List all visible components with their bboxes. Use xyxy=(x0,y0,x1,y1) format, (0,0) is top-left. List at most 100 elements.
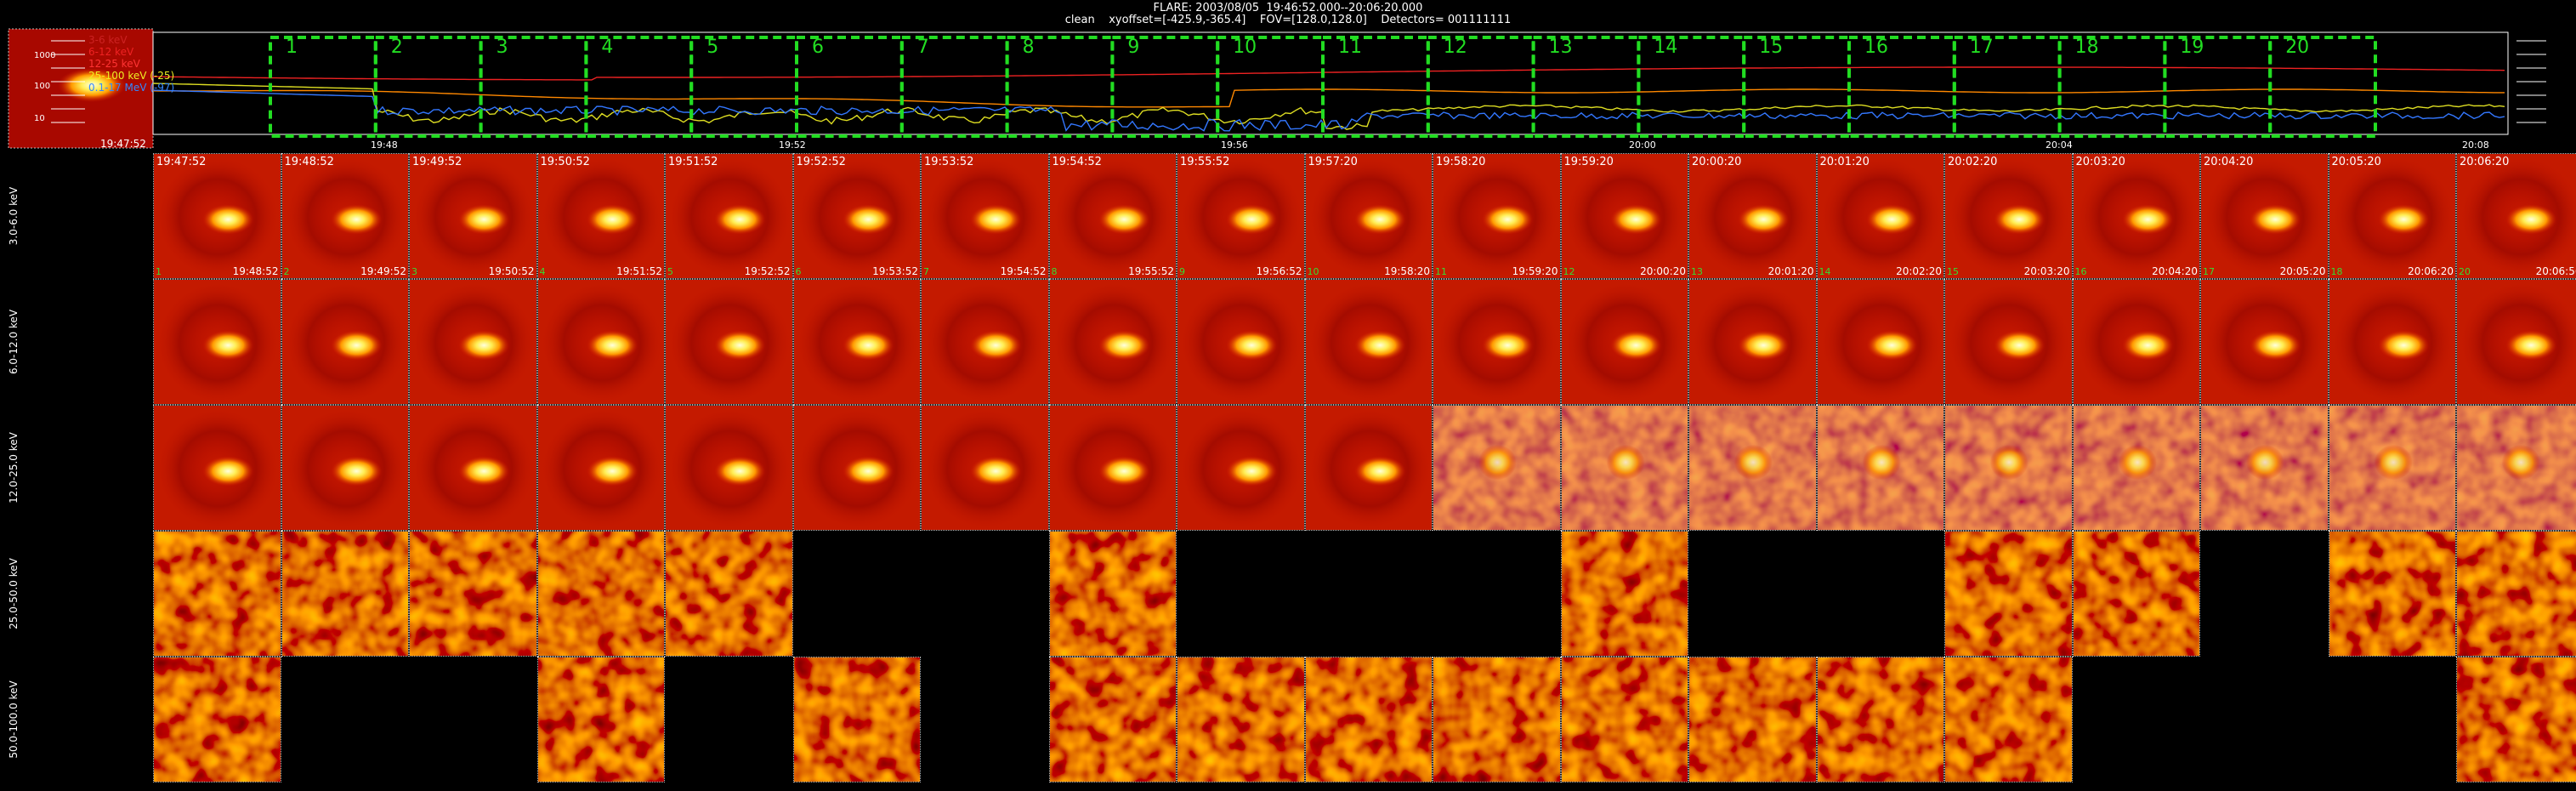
image-index: 13 xyxy=(1691,266,1703,277)
image-cell[interactable] xyxy=(1944,531,2073,657)
image-cell[interactable] xyxy=(1688,279,1817,405)
image-cell[interactable] xyxy=(536,405,665,531)
image-cell[interactable] xyxy=(1177,279,1305,405)
image-cell[interactable] xyxy=(1048,279,1177,405)
image-cell[interactable] xyxy=(1816,405,1944,531)
image-cell[interactable] xyxy=(1304,405,1433,531)
image-cell[interactable] xyxy=(1560,657,1688,782)
image-cell[interactable] xyxy=(2456,279,2576,405)
image-cell[interactable] xyxy=(2328,279,2456,405)
image-cell[interactable] xyxy=(665,531,793,657)
image-cell[interactable] xyxy=(1816,279,1944,405)
image-end-time: 19:48:52 xyxy=(232,265,279,277)
image-cell[interactable] xyxy=(792,279,921,405)
image-start-time: 19:51:52 xyxy=(668,156,718,168)
image-cell[interactable]: 19:48:52 2 19:49:52 xyxy=(281,153,409,279)
image-cell[interactable]: 19:57:20 10 19:58:20 xyxy=(1304,153,1433,279)
image-cell[interactable] xyxy=(153,279,281,405)
image-cell[interactable] xyxy=(1560,279,1688,405)
image-cell[interactable]: 20:02:20 15 20:03:20 xyxy=(1944,153,2073,279)
image-end-time: 19:49:52 xyxy=(360,265,406,277)
image-cell[interactable]: 20:00:20 13 20:01:20 xyxy=(1688,153,1817,279)
image-cell[interactable] xyxy=(665,405,793,531)
image-cell[interactable] xyxy=(2200,405,2329,531)
image-cell[interactable] xyxy=(792,657,921,782)
image-cell[interactable] xyxy=(1304,279,1433,405)
image-cell[interactable]: 19:51:52 5 19:52:52 xyxy=(665,153,793,279)
image-end-time: 19:55:52 xyxy=(1128,265,1174,277)
image-cell[interactable]: 19:49:52 3 19:50:52 xyxy=(409,153,537,279)
image-cell[interactable] xyxy=(1433,657,1561,782)
image-cell[interactable]: 20:03:20 16 20:04:20 xyxy=(2072,153,2200,279)
image-start-time: 19:58:20 xyxy=(1436,156,1486,168)
energy-band-label: 12.0-25.0 keV xyxy=(8,432,20,504)
image-cell[interactable]: 20:06:20 20 20:06:56 xyxy=(2456,153,2576,279)
image-cell[interactable] xyxy=(2456,405,2576,531)
image-cell[interactable] xyxy=(1433,279,1561,405)
image-cell[interactable] xyxy=(1560,405,1688,531)
image-cell[interactable] xyxy=(1048,531,1177,657)
image-cell[interactable] xyxy=(153,405,281,531)
image-cell[interactable]: 20:04:20 17 20:05:20 xyxy=(2200,153,2329,279)
image-cell[interactable] xyxy=(536,279,665,405)
image-cell[interactable] xyxy=(409,405,537,531)
image-start-time: 19:47:52 xyxy=(156,156,207,168)
image-cell[interactable] xyxy=(665,279,793,405)
image-cell[interactable] xyxy=(409,531,537,657)
image-index: 17 xyxy=(2203,266,2215,277)
image-cell[interactable] xyxy=(1560,531,1688,657)
image-cell[interactable] xyxy=(1688,405,1817,531)
image-cell[interactable] xyxy=(281,279,409,405)
image-cell[interactable] xyxy=(921,405,1049,531)
image-cell[interactable] xyxy=(153,531,281,657)
image-cell[interactable] xyxy=(921,279,1049,405)
image-cell[interactable] xyxy=(1688,657,1817,782)
image-cell[interactable]: 19:52:52 6 19:53:52 xyxy=(792,153,921,279)
image-cell[interactable]: 20:05:20 18 20:06:20 xyxy=(2328,153,2456,279)
image-cell[interactable]: 19:53:52 7 19:54:52 xyxy=(921,153,1049,279)
image-index: 4 xyxy=(539,266,546,277)
flare-source xyxy=(2505,330,2557,361)
image-index: 10 xyxy=(1307,266,1319,277)
flare-source xyxy=(1738,204,1790,235)
image-cell[interactable] xyxy=(1433,405,1561,531)
image-cell[interactable] xyxy=(153,657,281,782)
flare-source xyxy=(2377,330,2429,361)
image-cell[interactable] xyxy=(1048,657,1177,782)
image-cell[interactable]: 19:58:20 11 19:59:20 xyxy=(1433,153,1561,279)
image-cell[interactable]: 19:54:52 8 19:55:52 xyxy=(1048,153,1177,279)
image-cell[interactable] xyxy=(1816,657,1944,782)
image-cell[interactable]: 19:50:52 4 19:51:52 xyxy=(536,153,665,279)
image-cell[interactable] xyxy=(2072,405,2200,531)
image-cell[interactable] xyxy=(2200,279,2329,405)
image-cell[interactable] xyxy=(2072,279,2200,405)
flare-source xyxy=(330,456,382,487)
image-cell[interactable] xyxy=(792,405,921,531)
image-cell[interactable]: 20:01:20 14 20:02:20 xyxy=(1816,153,1944,279)
image-cell[interactable] xyxy=(1944,657,2073,782)
image-cell[interactable] xyxy=(409,279,537,405)
image-cell[interactable] xyxy=(2328,405,2456,531)
image-cell[interactable] xyxy=(536,657,665,782)
image-cell[interactable] xyxy=(536,531,665,657)
flare-source xyxy=(202,204,254,235)
image-cell[interactable] xyxy=(1944,279,2073,405)
image-cell[interactable]: 19:55:52 9 19:56:52 xyxy=(1177,153,1305,279)
image-cell[interactable] xyxy=(281,531,409,657)
image-cell[interactable]: 19:59:20 12 20:00:20 xyxy=(1560,153,1688,279)
image-cell[interactable] xyxy=(1304,657,1433,782)
image-cell[interactable] xyxy=(2328,531,2456,657)
image-cell[interactable]: 19:47:52 1 19:48:52 xyxy=(153,153,281,279)
image-cell[interactable] xyxy=(1048,405,1177,531)
image-cell[interactable] xyxy=(1944,405,2073,531)
image-cell[interactable] xyxy=(2456,531,2576,657)
image-cell[interactable] xyxy=(1177,657,1305,782)
image-cell[interactable] xyxy=(1177,405,1305,531)
flare-source xyxy=(1994,330,2045,361)
image-end-time: 19:51:52 xyxy=(616,265,662,277)
flare-source xyxy=(1609,330,1661,361)
flare-source xyxy=(458,456,510,487)
image-cell[interactable] xyxy=(2072,531,2200,657)
image-cell[interactable] xyxy=(281,405,409,531)
image-cell[interactable] xyxy=(2456,657,2576,782)
